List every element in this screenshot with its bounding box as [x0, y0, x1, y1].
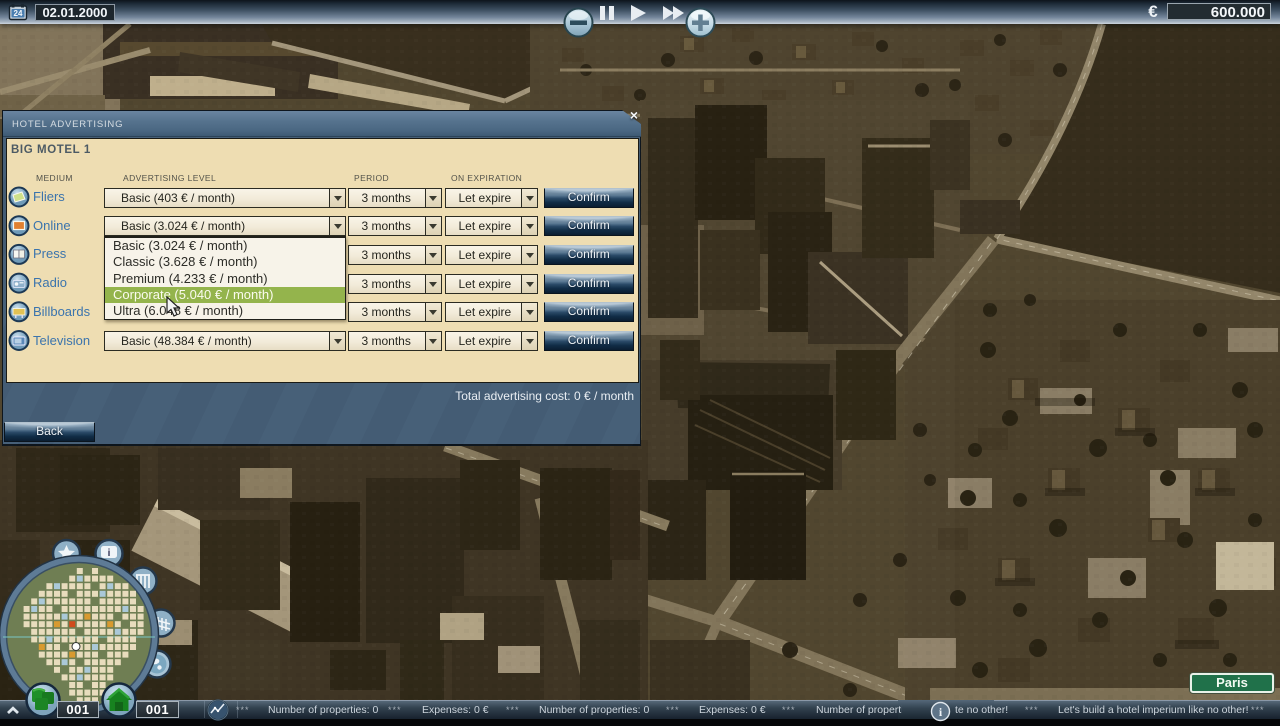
svg-text:i: i — [108, 548, 111, 559]
svg-text:24: 24 — [14, 9, 23, 18]
